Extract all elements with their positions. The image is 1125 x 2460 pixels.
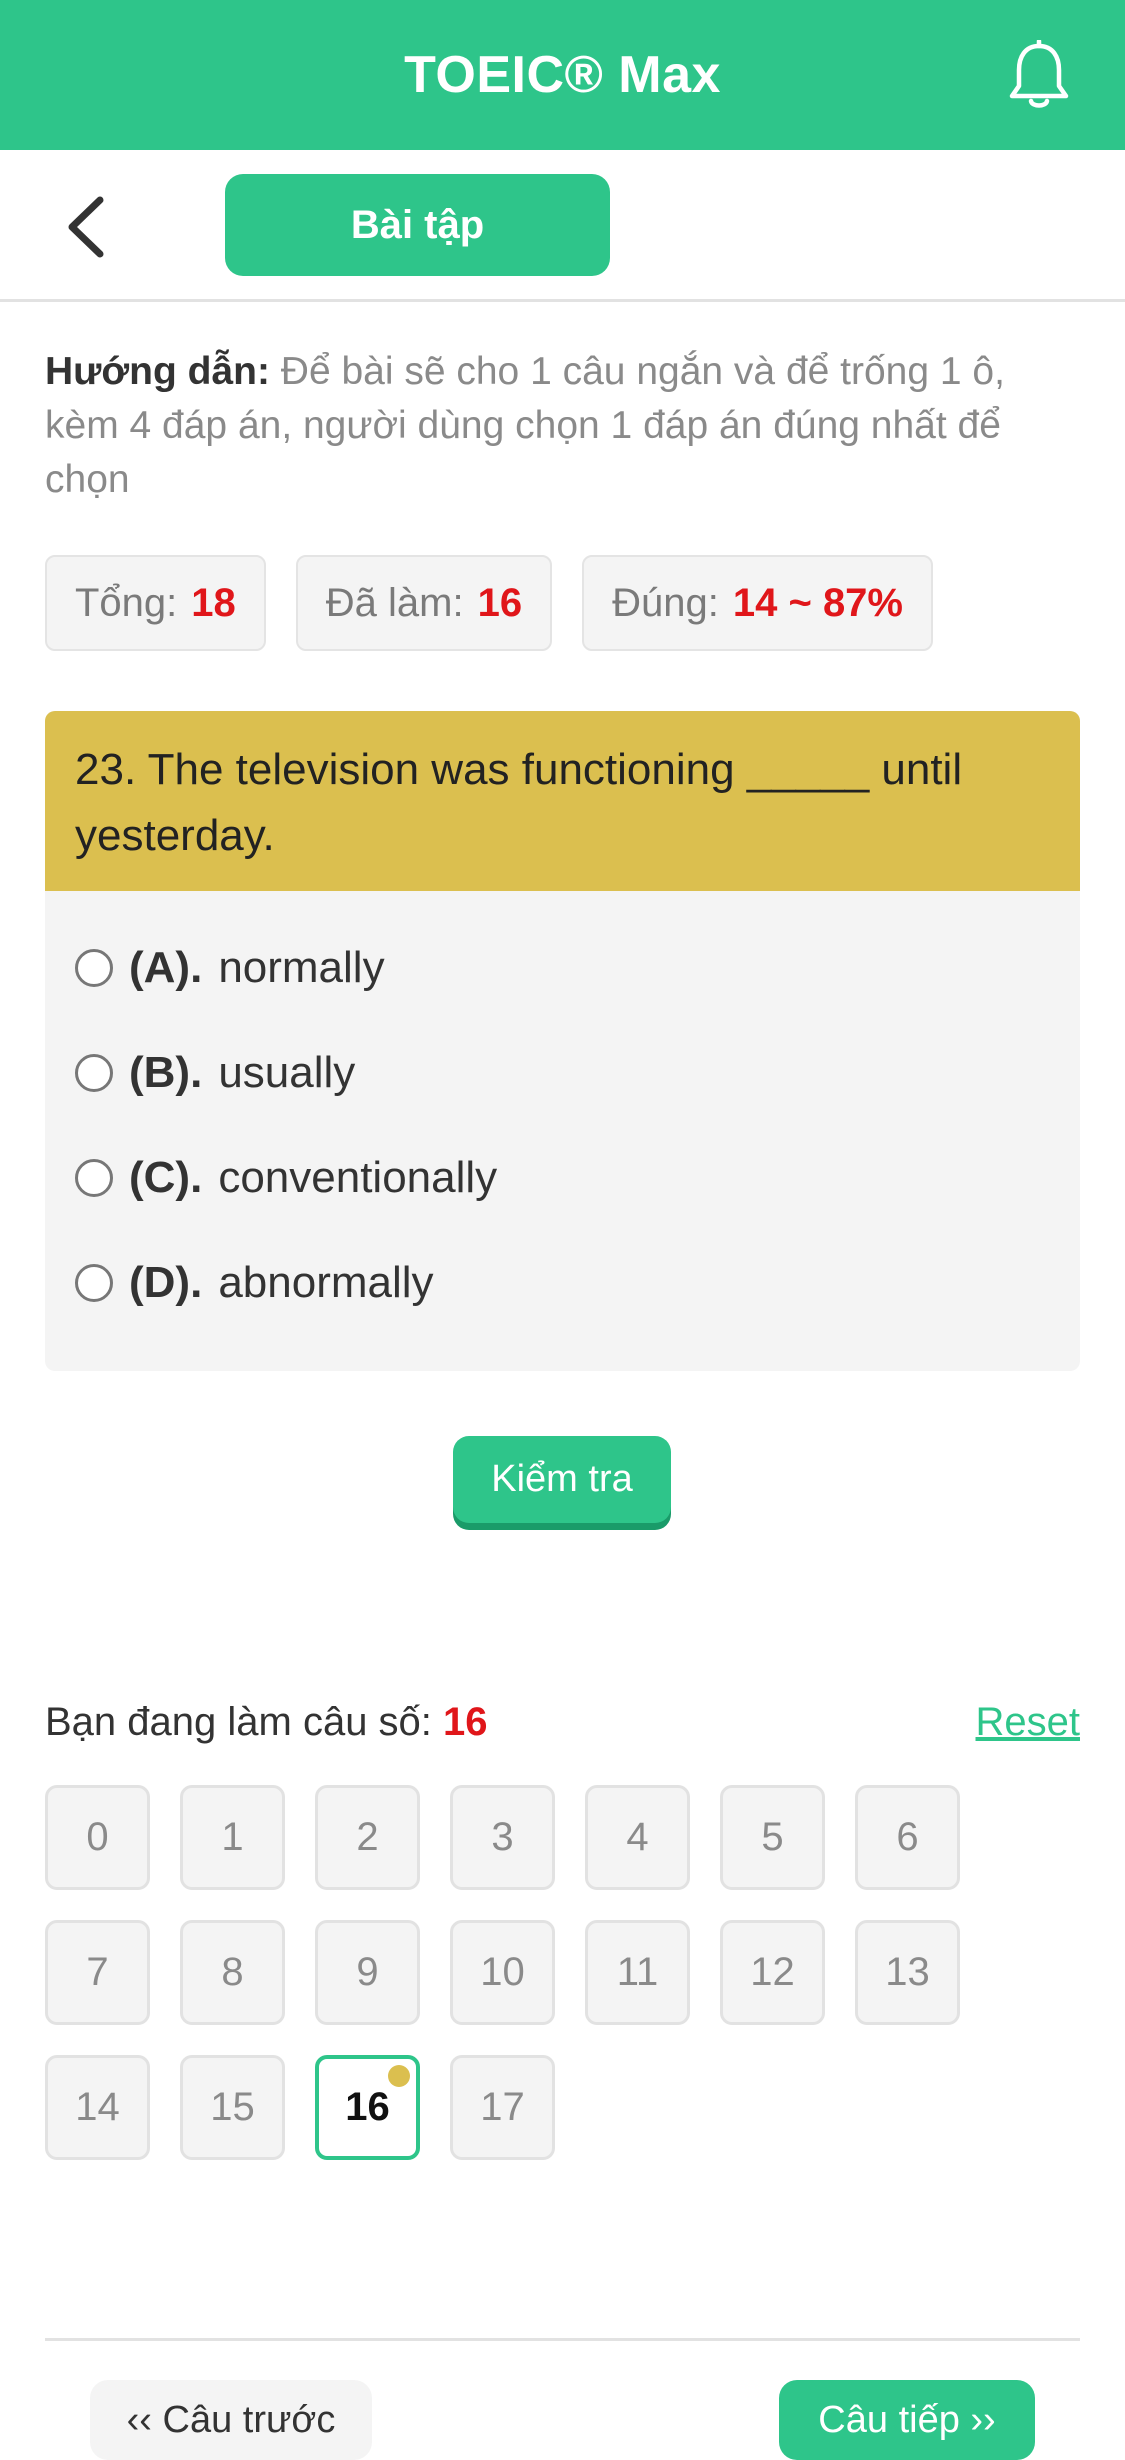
- option-d[interactable]: (D). abnormally: [75, 1230, 1050, 1335]
- question-number-button[interactable]: 5: [720, 1785, 825, 1890]
- previous-question-button[interactable]: ‹‹ Câu trước: [90, 2380, 372, 2460]
- option-letter: (B).: [129, 1047, 203, 1097]
- question-text: 23. The television was functioning _____…: [45, 711, 1080, 891]
- radio-button[interactable]: [75, 1158, 113, 1197]
- radio-button[interactable]: [75, 1263, 113, 1302]
- question-number-grid: 0 1 2 3 4 5 6 7 8 9 10 11 12 13 14 15 16…: [45, 1785, 1045, 2160]
- current-question-number: 16: [443, 1700, 488, 1744]
- question-number-button[interactable]: 6: [855, 1785, 960, 1890]
- question-number-label: 16: [345, 2085, 390, 2129]
- reset-link[interactable]: Reset: [976, 1700, 1081, 1745]
- option-text: normally: [218, 942, 385, 992]
- option-letter: (D).: [129, 1257, 203, 1307]
- app-title: TOEIC® Max: [404, 46, 721, 104]
- question-number-button[interactable]: 2: [315, 1785, 420, 1890]
- radio-button[interactable]: [75, 948, 113, 987]
- option-c[interactable]: (C). conventionally: [75, 1125, 1050, 1230]
- option-a[interactable]: (A). normally: [75, 915, 1050, 1020]
- question-number-button[interactable]: 11: [585, 1920, 690, 2025]
- option-letter: (C).: [129, 1152, 203, 1202]
- current-indicator-dot: [388, 2065, 410, 2087]
- question-card: 23. The television was functioning _____…: [45, 711, 1080, 1371]
- option-text: abnormally: [218, 1257, 434, 1307]
- answer-options: (A). normally (B). usually (C). conventi…: [45, 891, 1080, 1359]
- question-number-button[interactable]: 15: [180, 2055, 285, 2160]
- tab-exercises[interactable]: Bài tập: [225, 174, 610, 276]
- check-answer-button[interactable]: Kiểm tra: [453, 1436, 671, 1523]
- question-number-button-active[interactable]: 16: [315, 2055, 420, 2160]
- next-question-button[interactable]: Câu tiếp ››: [779, 2380, 1035, 2460]
- option-b[interactable]: (B). usually: [75, 1020, 1050, 1125]
- question-number-button[interactable]: 10: [450, 1920, 555, 2025]
- bell-icon[interactable]: [1005, 40, 1073, 112]
- current-question-label: Bạn đang làm câu số: 16: [45, 1700, 488, 1745]
- question-number-button[interactable]: 17: [450, 2055, 555, 2160]
- question-number-button[interactable]: 3: [450, 1785, 555, 1890]
- stat-total-label: Tổng:: [75, 580, 178, 625]
- current-question-text: Bạn đang làm câu số:: [45, 1700, 444, 1744]
- footer-divider: [45, 2338, 1080, 2341]
- question-number-button[interactable]: 12: [720, 1920, 825, 2025]
- question-number-button[interactable]: 8: [180, 1920, 285, 2025]
- stats-bar: Tổng: 18 Đã làm: 16 Đúng: 14 ~ 87%: [45, 555, 933, 651]
- question-number-button[interactable]: 1: [180, 1785, 285, 1890]
- question-number-button[interactable]: 9: [315, 1920, 420, 2025]
- stat-done: Đã làm: 16: [295, 555, 553, 651]
- option-text: conventionally: [218, 1152, 498, 1202]
- chevron-left-icon[interactable]: [58, 192, 118, 262]
- option-text: usually: [218, 1047, 356, 1097]
- question-number-button[interactable]: 14: [45, 2055, 150, 2160]
- sub-navigation: Bài tập: [0, 150, 1125, 302]
- option-letter: (A).: [129, 942, 203, 992]
- stat-done-value: 16: [477, 580, 523, 625]
- instruction-label: Hướng dẫn:: [45, 350, 270, 393]
- app-header: TOEIC® Max: [0, 0, 1125, 150]
- stat-correct-label: Đúng:: [612, 580, 719, 625]
- stat-correct-value: 14 ~ 87%: [732, 580, 903, 625]
- question-number-button[interactable]: 0: [45, 1785, 150, 1890]
- stat-total-value: 18: [191, 580, 236, 625]
- question-number-button[interactable]: 13: [855, 1920, 960, 2025]
- stat-total: Tổng: 18: [45, 555, 266, 651]
- stat-correct: Đúng: 14 ~ 87%: [582, 555, 933, 651]
- radio-button[interactable]: [75, 1053, 113, 1092]
- instruction-text: Hướng dẫn: Để bài sẽ cho 1 câu ngắn và đ…: [45, 345, 1085, 507]
- question-number-button[interactable]: 7: [45, 1920, 150, 2025]
- stat-done-label: Đã làm:: [325, 580, 464, 625]
- question-number-button[interactable]: 4: [585, 1785, 690, 1890]
